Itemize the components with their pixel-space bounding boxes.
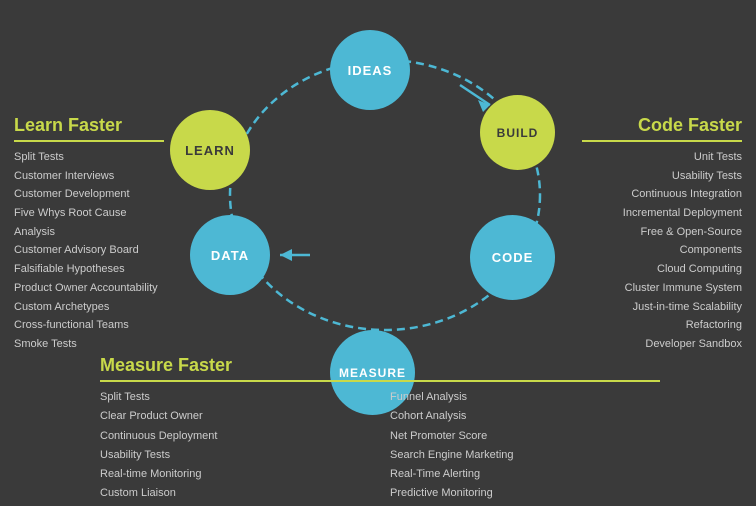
- learn-item: Custom Archetypes: [14, 298, 164, 317]
- measure-right-item: Cohort Analysis: [390, 407, 660, 426]
- learn-item: Customer Advisory Board: [14, 241, 164, 260]
- code-heading-line: [582, 140, 742, 142]
- learn-item: Customer Development: [14, 185, 164, 204]
- node-build: BUILD: [480, 95, 555, 170]
- learn-heading: Learn Faster: [14, 115, 164, 136]
- code-item: Developer Sandbox: [582, 335, 742, 354]
- diagram-area: IDEAS BUILD CODE MEASURE DATA LEARN: [160, 20, 580, 340]
- learn-panel: Learn Faster Split TestsCustomer Intervi…: [14, 115, 164, 354]
- code-panel: Code Faster Unit TestsUsability TestsCon…: [582, 115, 742, 354]
- measure-right-item: Funnel Analysis: [390, 388, 660, 407]
- learn-item: Five Whys Root Cause Analysis: [14, 204, 164, 241]
- measure-left-item: Split Tests: [100, 388, 370, 407]
- measure-panel: Measure Faster Split TestsClear Product …: [100, 355, 660, 504]
- node-data: DATA: [190, 215, 270, 295]
- measure-heading-line: [100, 380, 660, 382]
- code-item: Free & Open-Source Components: [582, 223, 742, 260]
- measure-left-item: Clear Product Owner: [100, 407, 370, 426]
- learn-item: Product Owner Accountability: [14, 279, 164, 298]
- measure-left-item: Real-time Monitoring: [100, 465, 370, 484]
- node-code: CODE: [470, 215, 555, 300]
- code-item: Cloud Computing: [582, 260, 742, 279]
- measure-right-col: Funnel AnalysisCohort AnalysisNet Promot…: [390, 388, 660, 504]
- code-items: Unit TestsUsability TestsContinuous Inte…: [582, 148, 742, 354]
- code-item: Cluster Immune System: [582, 279, 742, 298]
- learn-item: Cross-functional Teams: [14, 316, 164, 335]
- code-item: Unit Tests: [582, 148, 742, 167]
- measure-columns: Split TestsClear Product OwnerContinuous…: [100, 388, 660, 504]
- learn-item: Customer Interviews: [14, 167, 164, 186]
- learn-item: Split Tests: [14, 148, 164, 167]
- measure-left-col: Split TestsClear Product OwnerContinuous…: [100, 388, 370, 504]
- code-item: Continuous Integration: [582, 185, 742, 204]
- measure-left-item: Usability Tests: [100, 446, 370, 465]
- measure-heading: Measure Faster: [100, 355, 660, 376]
- code-item: Usability Tests: [582, 167, 742, 186]
- code-item: Just-in-time Scalability: [582, 298, 742, 317]
- learn-heading-line: [14, 140, 164, 142]
- measure-left-item: Continuous Deployment: [100, 427, 370, 446]
- node-learn: LEARN: [170, 110, 250, 190]
- measure-right-item: Search Engine Marketing: [390, 446, 660, 465]
- code-heading: Code Faster: [582, 115, 742, 136]
- learn-items: Split TestsCustomer InterviewsCustomer D…: [14, 148, 164, 354]
- code-item: Incremental Deployment: [582, 204, 742, 223]
- measure-right-item: Net Promoter Score: [390, 427, 660, 446]
- node-ideas: IDEAS: [330, 30, 410, 110]
- learn-item: Smoke Tests: [14, 335, 164, 354]
- main-container: IDEAS BUILD CODE MEASURE DATA LEARN Lear…: [0, 0, 756, 506]
- measure-left-item: Custom Liaison: [100, 484, 370, 503]
- measure-right-item: Predictive Monitoring: [390, 484, 660, 503]
- learn-item: Falsifiable Hypotheses: [14, 260, 164, 279]
- code-item: Refactoring: [582, 316, 742, 335]
- measure-right-item: Real-Time Alerting: [390, 465, 660, 484]
